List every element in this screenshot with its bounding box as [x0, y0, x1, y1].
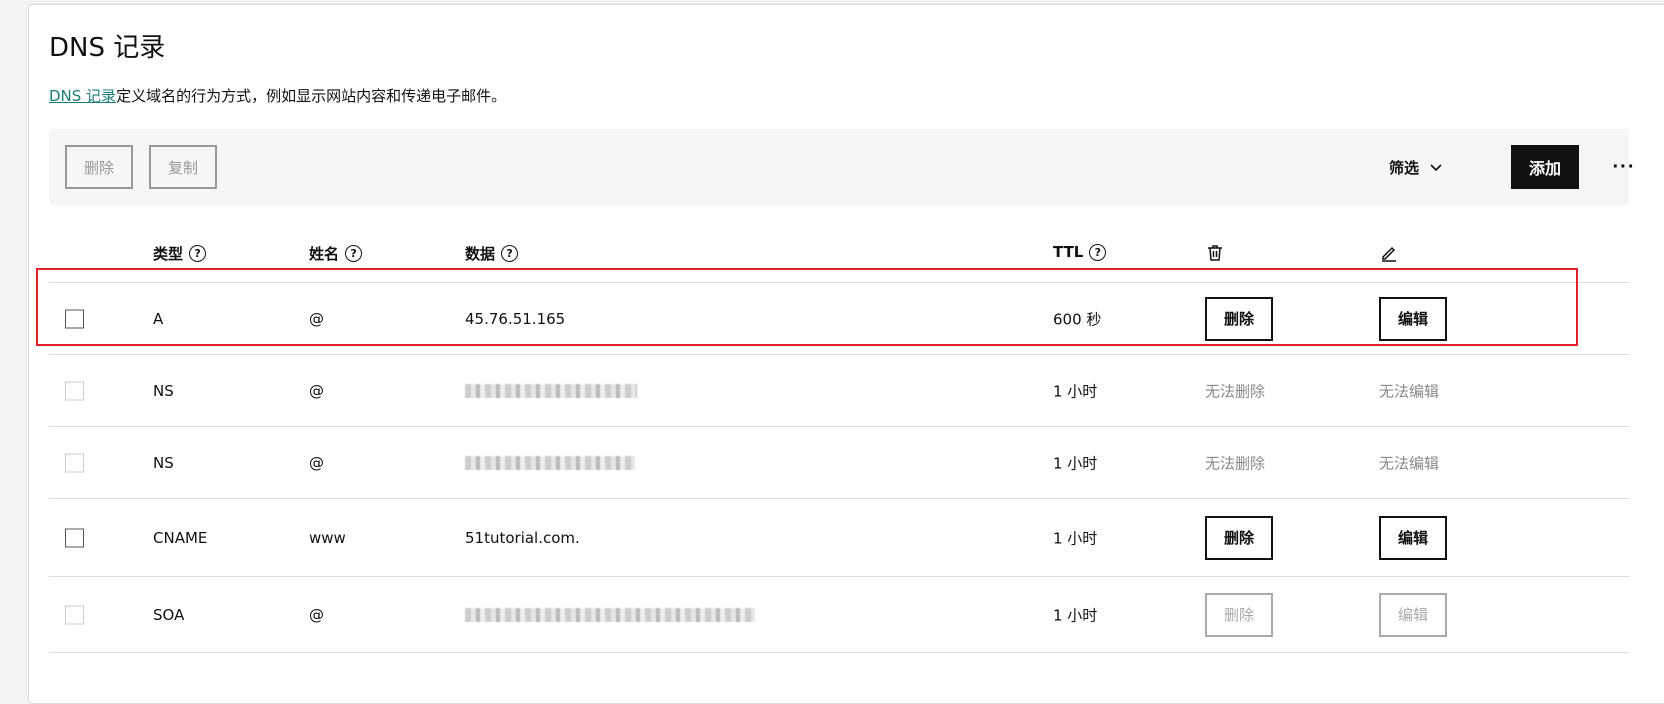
table-row: NS @ 1 小时 无法删除 无法编辑 [49, 355, 1629, 427]
cannot-edit-text: 无法编辑 [1379, 382, 1440, 400]
table-header: 类型 ? 姓名 ? 数据 ? TTL ? [49, 223, 1629, 283]
table-row: SOA @ 1 小时 删除 编辑 [49, 577, 1629, 653]
edit-button[interactable]: 编辑 [1379, 592, 1447, 637]
record-type: NS [153, 381, 174, 400]
delete-button[interactable]: 删除 [1205, 592, 1273, 637]
table-row: NS @ 1 小时 无法删除 无法编辑 [49, 427, 1629, 499]
header-name: 姓名 ? [309, 243, 363, 264]
delete-button[interactable]: 删除 [1205, 515, 1273, 560]
edit-button[interactable]: 编辑 [1379, 296, 1447, 341]
record-type: CNAME [153, 528, 208, 547]
more-options-icon[interactable]: ··· [1609, 145, 1639, 189]
record-type: SOA [153, 605, 185, 624]
row-checkbox[interactable] [65, 528, 84, 547]
record-data: 45.76.51.165 [465, 309, 566, 328]
help-icon[interactable]: ? [1089, 243, 1107, 261]
record-ttl: 1 小时 [1053, 529, 1098, 547]
bulk-delete-button[interactable]: 删除 [65, 145, 133, 189]
header-ttl-label: TTL [1053, 243, 1084, 261]
record-name: @ [309, 453, 324, 472]
row-checkbox[interactable] [65, 453, 84, 472]
toolbar: 删除 复制 筛选 添加 ··· [49, 129, 1634, 205]
header-type-label: 类型 [153, 245, 184, 263]
record-ttl: 1 小时 [1053, 454, 1098, 472]
record-name: www [309, 528, 346, 547]
row-checkbox[interactable] [65, 605, 84, 624]
record-ttl: 1 小时 [1053, 606, 1098, 624]
header-ttl: TTL ? [1053, 243, 1107, 261]
help-icon[interactable]: ? [501, 245, 519, 262]
add-record-button[interactable]: 添加 [1511, 145, 1579, 189]
header-type: 类型 ? [153, 243, 207, 264]
table-row: A @ 45.76.51.165 600 秒 删除 编辑 [49, 283, 1629, 355]
row-checkbox[interactable] [65, 309, 84, 328]
help-icon[interactable]: ? [189, 245, 207, 262]
cannot-edit-text: 无法编辑 [1379, 454, 1440, 472]
row-checkbox[interactable] [65, 381, 84, 400]
record-data-redacted [465, 454, 635, 472]
table-row: CNAME www 51tutorial.com. 1 小时 删除 编辑 [49, 499, 1629, 577]
page-title: DNS 记录 [49, 33, 166, 63]
record-ttl: 600 秒 [1053, 310, 1102, 328]
header-name-label: 姓名 [309, 245, 340, 263]
record-data: 51tutorial.com. [465, 528, 580, 547]
bulk-copy-button[interactable]: 复制 [149, 145, 217, 189]
chevron-down-icon [1430, 164, 1442, 172]
trash-icon [1205, 243, 1225, 263]
cannot-delete-text: 无法删除 [1205, 454, 1266, 472]
edit-button[interactable]: 编辑 [1379, 515, 1447, 560]
page-description: DNS 记录定义域名的行为方式，例如显示网站内容和传递电子邮件。 [49, 85, 506, 106]
record-type: NS [153, 453, 174, 472]
record-name: @ [309, 381, 324, 400]
record-type: A [153, 309, 164, 328]
header-data-label: 数据 [465, 245, 496, 263]
pencil-icon [1379, 243, 1399, 263]
record-name: @ [309, 309, 324, 328]
dns-records-card: DNS 记录 DNS 记录定义域名的行为方式，例如显示网站内容和传递电子邮件。 … [28, 4, 1664, 704]
record-name: @ [309, 605, 324, 624]
record-ttl: 1 小时 [1053, 382, 1098, 400]
cannot-delete-text: 无法删除 [1205, 382, 1266, 400]
dns-records-link[interactable]: DNS 记录 [49, 87, 116, 105]
header-data: 数据 ? [465, 243, 519, 264]
description-text: 定义域名的行为方式，例如显示网站内容和传递电子邮件。 [116, 87, 507, 105]
filter-label: 筛选 [1389, 158, 1420, 177]
record-data-redacted [465, 606, 755, 624]
filter-dropdown[interactable]: 筛选 [1389, 145, 1443, 189]
record-data-redacted [465, 382, 637, 400]
delete-button[interactable]: 删除 [1205, 296, 1273, 341]
help-icon[interactable]: ? [345, 245, 363, 262]
